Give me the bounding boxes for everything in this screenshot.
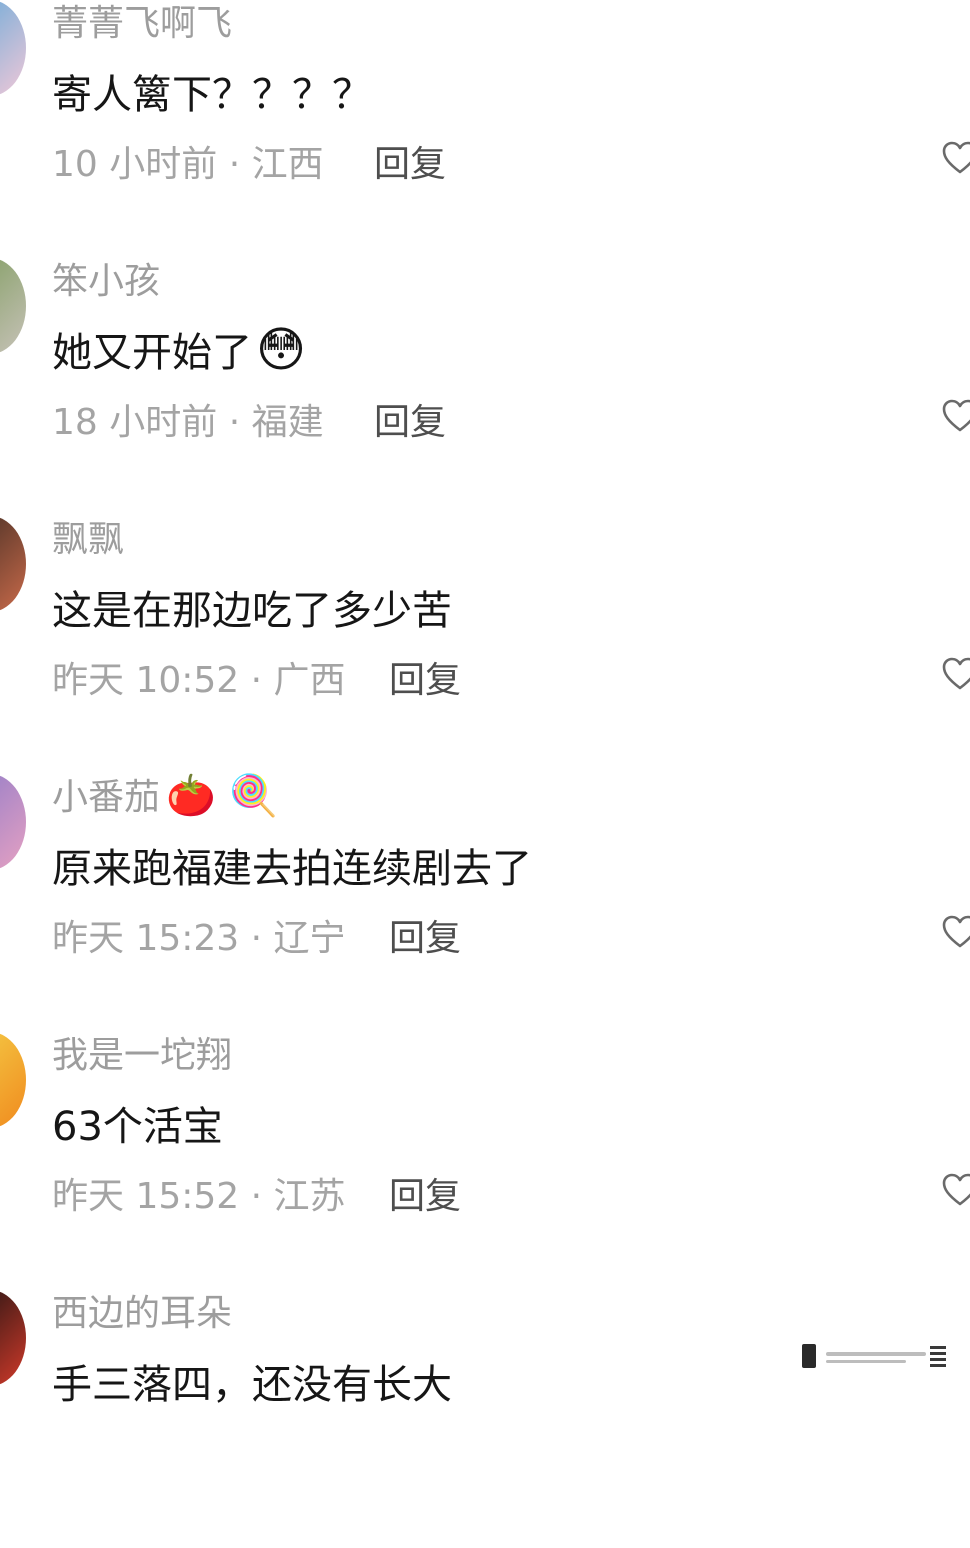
comment-meta: 昨天 15:23 · 辽宁 (52, 915, 346, 963)
username-label: 笨小孩 (52, 261, 161, 302)
avatar[interactable] (0, 1032, 26, 1128)
comment-time: 18 小时前 (52, 402, 218, 443)
heart-icon (942, 141, 970, 174)
comment-username[interactable]: 飘飘 (52, 516, 130, 562)
comment-item: 飘飘 这是在那边吃了多少苦 昨天 10:52 · 广西 回复 (0, 516, 970, 774)
comment-meta: 10 小时前 · 江西 (52, 141, 324, 189)
comment-text-body: 手三落四，还没有长大 (52, 1362, 452, 1408)
username-label: 我是一坨翔 (52, 1035, 233, 1076)
comment-location: 福建 (251, 402, 324, 443)
comment-text: 这是在那边吃了多少苦 (52, 580, 456, 639)
comment-text: 63个活宝 (52, 1096, 227, 1155)
heart-icon (942, 915, 970, 948)
avatar[interactable] (0, 0, 26, 96)
username-label: 小番茄 (52, 777, 161, 818)
reply-button[interactable]: 回复 (389, 1173, 461, 1221)
comment-item: 笨小孩 她又开始了😳 18 小时前 · 福建 回复 (0, 258, 970, 516)
reply-button[interactable]: 回复 (374, 141, 446, 189)
comment-item: 菁菁飞啊飞 寄人篱下？？？？ 10 小时前 · 江西 回复 (0, 0, 970, 258)
comment-meta: 昨天 10:52 · 广西 (52, 657, 346, 705)
comment-username[interactable]: 小番茄 🍅 🍭 (52, 774, 278, 820)
comment-item: 西边的耳朵 手三落四，还没有长大 (0, 1290, 970, 1548)
username-label: 菁菁飞啊飞 (52, 3, 233, 44)
like-button[interactable] (940, 138, 970, 186)
comment-text-body: 原来跑福建去拍连续剧去了 (52, 846, 532, 892)
comment-text: 她又开始了😳 (52, 322, 306, 381)
comment-username[interactable]: 笨小孩 (52, 258, 166, 304)
meta-separator: · (239, 1176, 274, 1217)
meta-separator: · (217, 144, 252, 185)
username-label: 西边的耳朵 (52, 1293, 233, 1334)
like-button[interactable] (940, 654, 970, 702)
comment-meta: 昨天 15:52 · 江苏 (52, 1173, 346, 1221)
comment-location: 江苏 (273, 1176, 346, 1217)
comment-username[interactable]: 菁菁飞啊飞 (52, 0, 238, 46)
username-label: 飘飘 (52, 519, 125, 560)
comment-text-body: 她又开始了 (52, 330, 252, 376)
comment-username[interactable]: 我是一坨翔 (52, 1032, 238, 1078)
comment-text-body: 63个活宝 (52, 1104, 223, 1150)
comment-meta: 18 小时前 · 福建 (52, 399, 324, 447)
comment-time: 昨天 10:52 (52, 660, 240, 701)
comment-location: 江西 (251, 144, 324, 185)
avatar[interactable] (0, 516, 26, 612)
meta-separator: · (239, 660, 274, 701)
heart-icon (942, 1173, 970, 1206)
avatar[interactable] (0, 774, 26, 870)
comment-time: 10 小时前 (52, 144, 218, 185)
reply-button[interactable]: 回复 (389, 657, 461, 705)
comment-time: 昨天 15:52 (52, 1176, 240, 1217)
comment-text: 原来跑福建去拍连续剧去了 (52, 838, 536, 897)
comment-time: 昨天 15:23 (52, 918, 240, 959)
meta-separator: · (239, 918, 274, 959)
like-button[interactable] (940, 912, 970, 960)
comment-text-body: 这是在那边吃了多少苦 (52, 588, 452, 634)
watermark (752, 1338, 952, 1374)
reply-button[interactable]: 回复 (374, 399, 446, 447)
comment-item: 小番茄 🍅 🍭 原来跑福建去拍连续剧去了 昨天 15:23 · 辽宁 回复 (0, 774, 970, 1032)
meta-separator: · (217, 402, 252, 443)
avatar[interactable] (0, 1290, 26, 1386)
comment-location: 辽宁 (273, 918, 346, 959)
comment-emoji: 😳 (256, 322, 307, 378)
comment-text: 手三落四，还没有长大 (52, 1354, 456, 1413)
heart-icon (942, 399, 970, 432)
username-emoji: 🍅 🍭 (166, 773, 279, 819)
comment-item: 我是一坨翔 63个活宝 昨天 15:52 · 江苏 回复 (0, 1032, 970, 1290)
avatar[interactable] (0, 258, 26, 354)
like-button[interactable] (940, 396, 970, 444)
comment-text: 寄人篱下？？？？ (52, 64, 376, 123)
comment-location: 广西 (273, 660, 346, 701)
comment-username[interactable]: 西边的耳朵 (52, 1290, 238, 1336)
like-button[interactable] (940, 1170, 970, 1218)
heart-icon (942, 657, 970, 690)
comment-text-body: 寄人篱下？？？？ (52, 72, 372, 118)
reply-button[interactable]: 回复 (389, 915, 461, 963)
